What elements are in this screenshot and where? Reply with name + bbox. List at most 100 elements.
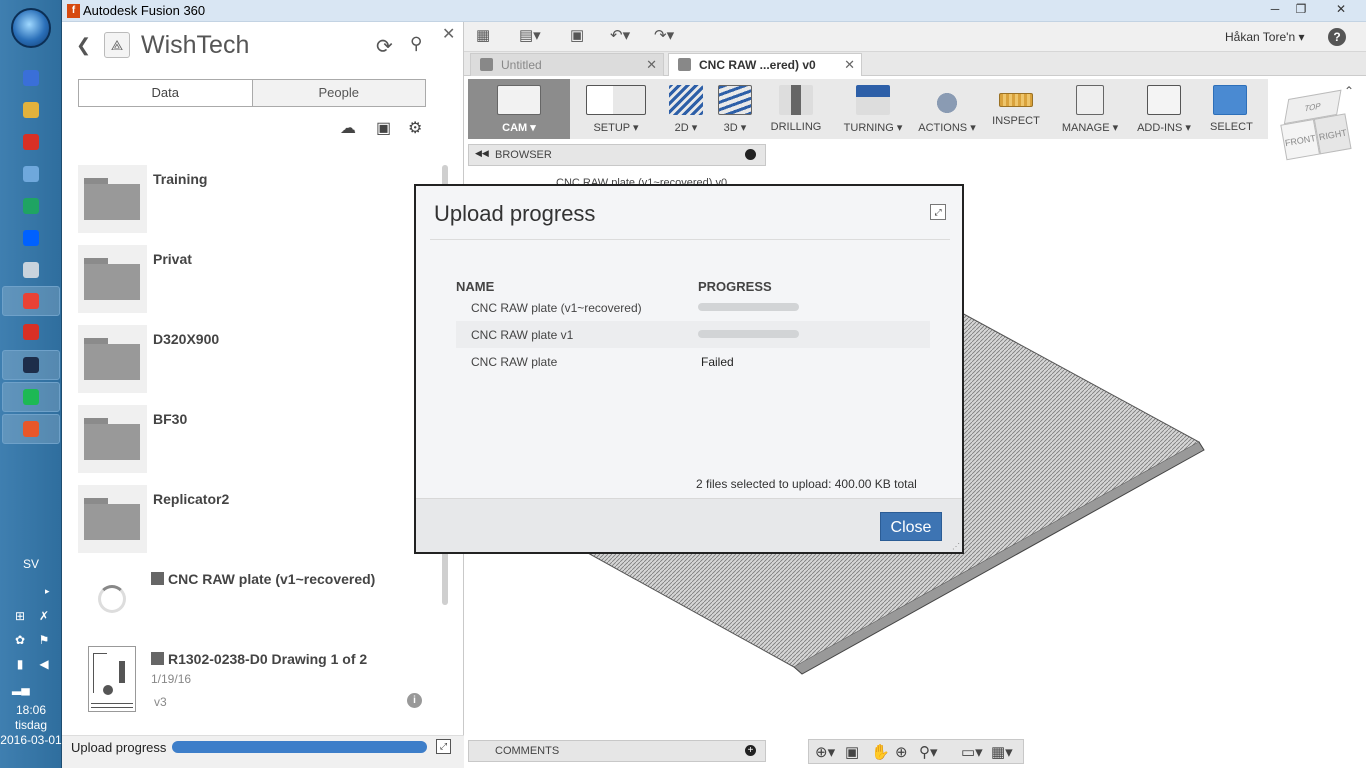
- gmail-icon: [23, 324, 39, 340]
- data-panel-header: ❮ ⟁ WishTech ⟳ ⚲ ✕: [62, 22, 464, 72]
- folder-icon: [78, 245, 146, 313]
- gmail-taskbar-button[interactable]: [15, 318, 47, 346]
- resize-grip-icon[interactable]: ⋰: [952, 542, 960, 551]
- upload-cloud-icon[interactable]: ☁: [340, 118, 356, 138]
- chrome-taskbar-button[interactable]: [2, 286, 60, 316]
- list-item[interactable]: R1302-0238-D0 Drawing 1 of 2 1/19/16 v3 …: [78, 645, 428, 713]
- power-icon[interactable]: ▮: [12, 657, 28, 671]
- display-settings-icon[interactable]: ▭▾: [961, 743, 983, 761]
- data-panel: ❮ ⟁ WishTech ⟳ ⚲ ✕ Data People ☁ ▣ ⚙ Tra…: [62, 22, 464, 768]
- actions-button[interactable]: ACTIONS ▾: [916, 79, 978, 139]
- minimize-button[interactable]: ─: [1262, 0, 1288, 18]
- turning-icon: [856, 85, 890, 115]
- info-icon[interactable]: i: [407, 693, 422, 708]
- add-comment-icon[interactable]: +: [745, 745, 756, 756]
- calendar-taskbar-button[interactable]: [15, 64, 47, 92]
- settings-gear-icon[interactable]: ⚙: [408, 118, 422, 138]
- calculator-taskbar-button[interactable]: [15, 256, 47, 284]
- browser-panel[interactable]: ◀◀ BROWSER: [468, 144, 766, 166]
- start-button[interactable]: [11, 8, 51, 48]
- cam-workspace-icon: [497, 85, 541, 115]
- toolbar-label: DRILLING: [770, 121, 822, 133]
- fit-zoom-icon[interactable]: ⚲▾: [919, 743, 938, 761]
- fusion-360-taskbar-button[interactable]: [2, 414, 60, 444]
- new-folder-icon[interactable]: ▣: [376, 118, 391, 138]
- windows-icon[interactable]: ⊞: [12, 609, 28, 623]
- tray-expand-icon[interactable]: ▸: [45, 586, 50, 597]
- list-item[interactable]: CNC RAW plate (v1~recovered): [78, 565, 428, 633]
- list-item[interactable]: Replicator2: [78, 485, 428, 553]
- list-item[interactable]: D320X900: [78, 325, 428, 393]
- turning-button[interactable]: TURNING ▾: [842, 79, 904, 139]
- 3d-toolpath-icon: [718, 85, 752, 115]
- remote-app-taskbar-button[interactable]: [2, 350, 60, 380]
- dialog-footer: Close: [416, 498, 962, 552]
- list-item[interactable]: Privat: [78, 245, 428, 313]
- back-arrow-icon[interactable]: ❮: [76, 35, 91, 56]
- language-indicator[interactable]: SV: [0, 557, 62, 571]
- volume-icon[interactable]: ◀: [36, 657, 52, 671]
- tab-data[interactable]: Data: [79, 80, 253, 106]
- maximize-button[interactable]: ❐: [1288, 0, 1314, 18]
- media-app-taskbar-button[interactable]: [15, 128, 47, 156]
- maximize-dialog-icon[interactable]: ⤢: [930, 204, 946, 220]
- pan-hand-icon[interactable]: ✋: [871, 743, 890, 761]
- toolbar-label: 2D ▾: [674, 122, 698, 134]
- viewcube-right[interactable]: RIGHT: [1313, 113, 1352, 155]
- search-icon[interactable]: ⚲: [410, 34, 422, 54]
- ribbon-toolbar: CAM ▾ SETUP ▾ 2D ▾ 3D ▾ DRILLING TURNING…: [468, 79, 1268, 139]
- collapse-browser-icon[interactable]: ◀◀: [475, 148, 489, 159]
- toolbar-label: 3D ▾: [723, 122, 747, 134]
- refresh-icon[interactable]: ⟳: [376, 34, 393, 59]
- close-button[interactable]: Close: [880, 512, 942, 541]
- select-button[interactable]: SELECT: [1210, 79, 1253, 139]
- 2d-toolpath-icon: [669, 85, 703, 115]
- browser-minimize-icon[interactable]: [745, 149, 756, 160]
- add-ins-button[interactable]: ADD-INS ▾: [1134, 79, 1194, 139]
- window-title-bar: f Autodesk Fusion 360 ─ ❐ ✕: [62, 0, 1366, 22]
- dropbox-taskbar-button[interactable]: [15, 224, 47, 252]
- setup-button[interactable]: SETUP ▾: [574, 79, 658, 139]
- 3d-toolpath-button[interactable]: 3D ▾: [715, 79, 755, 139]
- action-center-flag-icon[interactable]: ⚑: [36, 633, 52, 647]
- upload-file-name: CNC RAW plate (v1~recovered): [471, 301, 642, 315]
- data-panel-tabs: Data People: [78, 79, 426, 107]
- item-name: Privat: [153, 251, 192, 267]
- tab-people[interactable]: People: [252, 80, 425, 106]
- list-item[interactable]: Training: [78, 165, 428, 233]
- google-drive-taskbar-button[interactable]: [15, 192, 47, 220]
- remote-app-icon: [23, 357, 39, 373]
- look-at-icon[interactable]: ▣: [845, 743, 859, 761]
- grid-settings-icon[interactable]: ▦▾: [991, 743, 1013, 761]
- dropbox-icon: [23, 230, 39, 246]
- inspect-button[interactable]: INSPECT: [986, 79, 1046, 139]
- inspect-icon: [999, 93, 1033, 107]
- clock-day: tisdag: [14, 718, 48, 732]
- upload-progress-label[interactable]: Upload progress: [71, 740, 166, 755]
- calculator-icon: [23, 262, 39, 278]
- spotify-taskbar-button[interactable]: [2, 382, 60, 412]
- add-ins-icon: [1147, 85, 1181, 115]
- comments-panel[interactable]: COMMENTS +: [468, 740, 766, 762]
- clock[interactable]: 18:06 tisdag 2016-03-01: [0, 703, 62, 748]
- clock-date: 2016-03-01: [0, 733, 62, 747]
- drilling-button[interactable]: DRILLING: [768, 79, 824, 139]
- list-item[interactable]: BF30: [78, 405, 428, 473]
- loading-spinner-icon: [78, 565, 146, 633]
- zoom-icon[interactable]: ⊕: [895, 743, 908, 761]
- 2d-toolpath-button[interactable]: 2D ▾: [666, 79, 706, 139]
- paint-taskbar-button[interactable]: [15, 160, 47, 188]
- signal-icon[interactable]: ▂▄: [12, 681, 30, 695]
- close-window-button[interactable]: ✕: [1326, 0, 1356, 18]
- sync-icon[interactable]: ✿: [12, 633, 28, 647]
- file-explorer-taskbar-button[interactable]: [15, 96, 47, 124]
- manage-button[interactable]: MANAGE ▾: [1060, 79, 1120, 139]
- toolbar-label: MANAGE ▾: [1061, 122, 1119, 134]
- expand-upload-icon[interactable]: ⤢: [436, 739, 451, 754]
- cam-workspace-button[interactable]: CAM ▾: [468, 79, 570, 139]
- close-panel-icon[interactable]: ✕: [442, 24, 455, 44]
- viewcube[interactable]: TOP FRONT RIGHT: [1273, 85, 1354, 166]
- project-name[interactable]: WishTech: [141, 31, 249, 60]
- no-network-icon[interactable]: ✗: [36, 609, 52, 623]
- orbit-icon[interactable]: ⊕▾: [815, 743, 835, 761]
